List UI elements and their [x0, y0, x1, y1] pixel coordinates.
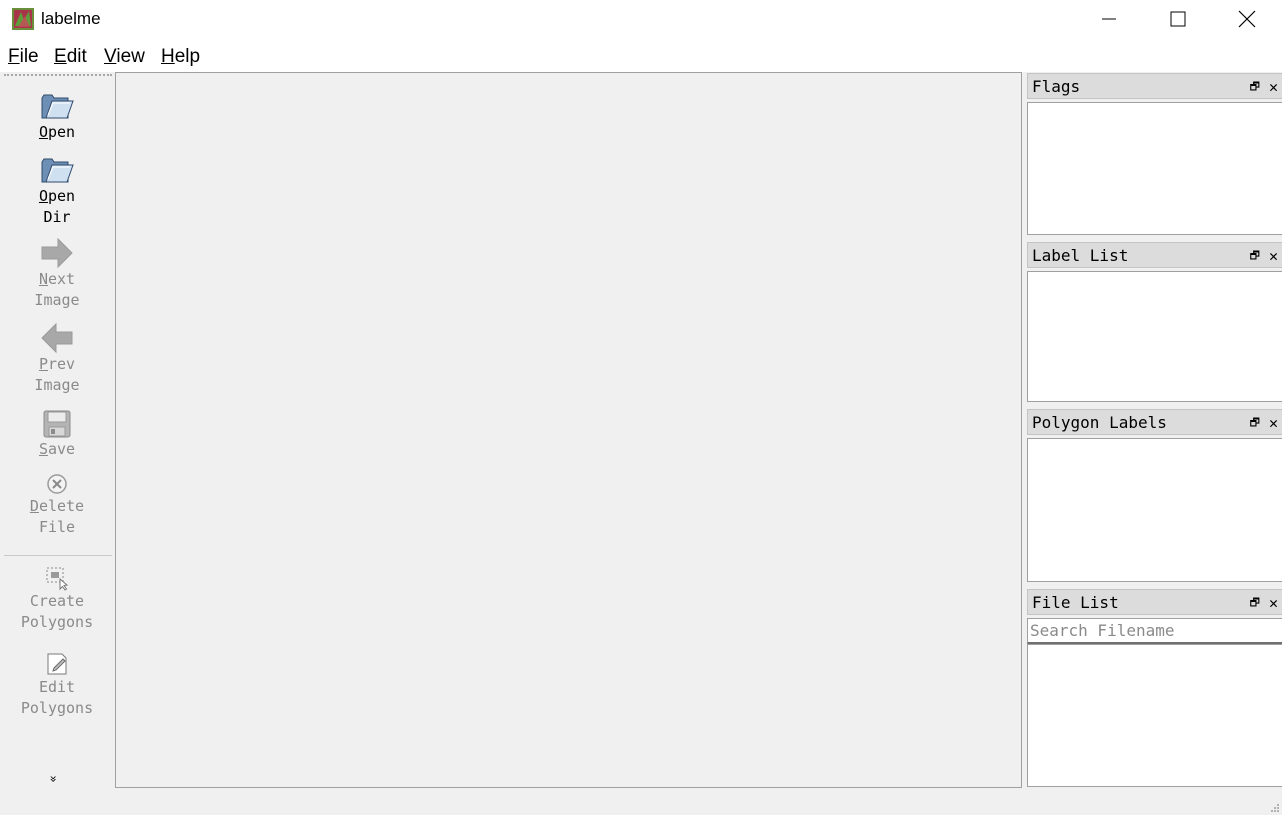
size-grip-icon[interactable] — [1270, 803, 1280, 813]
open-dir-button[interactable]: Open Dir — [0, 152, 114, 228]
menu-file-label: ile — [19, 46, 39, 67]
close-button[interactable] — [1212, 0, 1282, 38]
menu-edit-mnemonic: E — [54, 46, 67, 67]
create-polygons-button-label-line2: Polygons — [20, 613, 94, 631]
save-button-label: Save — [38, 440, 76, 458]
file-list-dock-title-bar[interactable]: File List 🗗 ✕ — [1027, 589, 1282, 615]
toolbar-grip[interactable] — [4, 74, 112, 76]
prev-image-button-label: Prev — [38, 355, 76, 373]
menu-file-mnemonic: F — [8, 46, 20, 67]
dock-close-icon[interactable]: ✕ — [1269, 410, 1278, 436]
delete-circle-icon — [47, 474, 67, 494]
open-dir-button-label: Open — [38, 187, 76, 205]
status-bar — [0, 788, 1282, 815]
minimize-button[interactable] — [1074, 0, 1144, 38]
menu-help-label: elp — [174, 46, 201, 67]
edit-polygons-button-label: Edit — [38, 678, 76, 696]
window-title: labelme — [41, 9, 101, 28]
open-button-label: Open — [38, 123, 76, 141]
close-icon — [1238, 10, 1256, 28]
label-list-dock-title: Label List — [1032, 246, 1129, 265]
edit-polygons-button-label-line2: Polygons — [20, 699, 94, 717]
menu-edit-label: dit — [66, 46, 87, 67]
folder-open-icon — [41, 158, 74, 183]
menu-help-mnemonic: H — [161, 46, 175, 67]
create-polygon-icon — [46, 567, 69, 591]
label-list-dock-title-bar[interactable]: Label List 🗗 ✕ — [1027, 242, 1282, 268]
dock-close-icon[interactable]: ✕ — [1269, 74, 1278, 100]
prev-image-button[interactable]: Prev Image — [0, 322, 114, 396]
tools-toolbar: Open Open Dir Next Image Prev Image Save — [0, 72, 114, 788]
edit-polygons-button[interactable]: Edit Polygons — [0, 651, 114, 719]
title-bar: labelme — [0, 0, 1282, 38]
image-canvas[interactable] — [115, 72, 1022, 788]
dock-float-icon[interactable]: 🗗 — [1250, 590, 1260, 616]
polygon-labels-dock-title-bar[interactable]: Polygon Labels 🗗 ✕ — [1027, 409, 1282, 435]
folder-open-icon — [41, 94, 74, 119]
open-dir-button-label-line2: Dir — [43, 208, 71, 226]
file-list[interactable] — [1027, 644, 1282, 787]
menu-view-label: iew — [116, 46, 145, 67]
maximize-button[interactable] — [1143, 0, 1213, 38]
toolbar-separator — [4, 555, 112, 556]
polygon-labels-dock: Polygon Labels 🗗 ✕ — [1027, 409, 1282, 582]
dock-float-icon[interactable]: 🗗 — [1250, 410, 1260, 436]
toolbar-extension-button[interactable]: » — [47, 775, 61, 782]
file-list-dock-title: File List — [1032, 593, 1119, 612]
prev-image-button-label-line2: Image — [34, 376, 80, 394]
arrow-left-icon — [41, 322, 73, 354]
menu-file[interactable]: File — [8, 46, 39, 68]
flags-dock-title-bar[interactable]: Flags 🗗 ✕ — [1027, 73, 1282, 99]
next-image-button-label: Next — [38, 270, 76, 288]
maximize-icon — [1170, 11, 1186, 27]
dock-float-icon[interactable]: 🗗 — [1250, 243, 1260, 269]
menu-view[interactable]: View — [104, 46, 145, 68]
search-filename-input[interactable] — [1027, 618, 1282, 644]
create-polygons-button-label: Create — [29, 592, 85, 610]
dock-float-icon[interactable]: 🗗 — [1250, 74, 1260, 100]
flags-dock: Flags 🗗 ✕ — [1027, 73, 1282, 235]
floppy-disk-icon — [43, 410, 71, 438]
next-image-button[interactable]: Next Image — [0, 237, 114, 311]
delete-file-button-label-line2: File — [38, 518, 76, 536]
menu-bar: File Edit View Help — [0, 38, 1282, 72]
labelme-app-icon — [12, 8, 34, 30]
flags-dock-title: Flags — [1032, 77, 1081, 96]
label-list[interactable] — [1027, 271, 1282, 402]
dock-close-icon[interactable]: ✕ — [1269, 243, 1278, 269]
delete-file-button[interactable]: Delete File — [0, 472, 114, 538]
file-list-dock: File List 🗗 ✕ — [1027, 589, 1282, 787]
menu-edit[interactable]: Edit — [54, 46, 87, 68]
label-list-dock: Label List 🗗 ✕ — [1027, 242, 1282, 402]
create-polygons-button[interactable]: Create Polygons — [0, 565, 114, 633]
edit-polygon-icon — [47, 653, 67, 675]
menu-view-mnemonic: V — [104, 46, 117, 67]
flags-list[interactable] — [1027, 102, 1282, 235]
next-image-button-label-line2: Image — [34, 291, 80, 309]
dock-close-icon[interactable]: ✕ — [1269, 590, 1278, 616]
minimize-icon — [1102, 18, 1116, 20]
polygon-labels-dock-title: Polygon Labels — [1032, 413, 1167, 432]
polygon-labels-list[interactable] — [1027, 438, 1282, 582]
arrow-right-icon — [41, 237, 73, 269]
open-button[interactable]: Open — [0, 88, 114, 143]
save-button[interactable]: Save — [0, 409, 114, 460]
delete-file-button-label: Delete — [29, 497, 85, 515]
menu-help[interactable]: Help — [161, 46, 200, 68]
